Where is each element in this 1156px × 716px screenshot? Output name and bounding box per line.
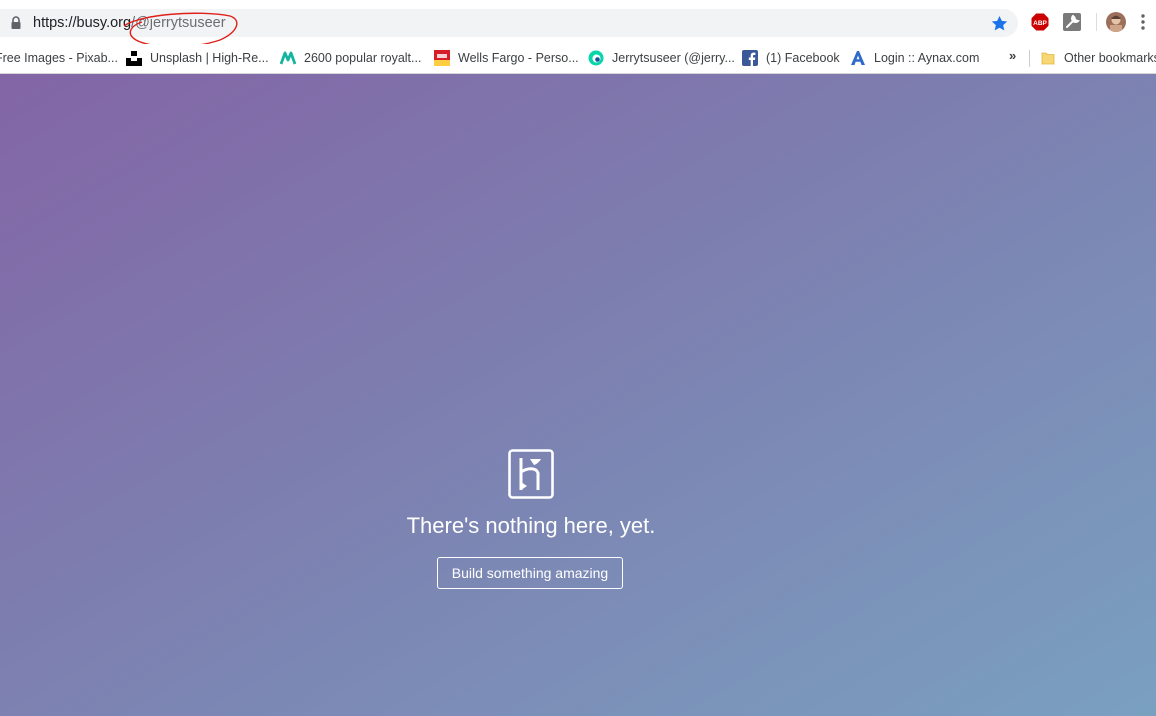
steem-icon bbox=[588, 50, 604, 66]
folder-icon bbox=[1041, 52, 1055, 65]
toolbar-divider bbox=[1096, 13, 1097, 31]
bookmark-facebook[interactable]: (1) Facebook bbox=[742, 48, 840, 68]
other-bookmarks-folder[interactable]: Other bookmarks bbox=[1040, 48, 1156, 68]
bookmarks-bar: Free Images - Pixab... Unsplash | High-R… bbox=[0, 44, 1156, 74]
page-headline: There's nothing here, yet. bbox=[406, 513, 656, 538]
adblock-plus-icon[interactable]: ABP bbox=[1030, 12, 1050, 32]
bookmark-pixabay[interactable]: Free Images - Pixab... bbox=[0, 48, 118, 68]
wells-fargo-icon bbox=[434, 50, 450, 66]
abp-label: ABP bbox=[1033, 20, 1047, 27]
red-annotation-ellipse bbox=[123, 12, 238, 48]
bookmark-royalty-free[interactable]: 2600 popular royalt... bbox=[280, 48, 421, 68]
wrench-extension-icon[interactable] bbox=[1062, 12, 1082, 32]
m-logo-icon bbox=[280, 51, 296, 65]
bookmark-label: Unsplash | High-Re... bbox=[150, 51, 269, 65]
bookmark-aynax[interactable]: Login :: Aynax.com bbox=[850, 48, 979, 68]
bookmark-wells-fargo[interactable]: Wells Fargo - Perso... bbox=[434, 48, 579, 68]
bookmark-label: Login :: Aynax.com bbox=[874, 51, 980, 65]
facebook-icon bbox=[742, 50, 758, 66]
address-bar[interactable]: https://busy.org/@jerrytsuseer bbox=[0, 9, 1018, 48]
bookmarks-divider bbox=[1029, 50, 1030, 67]
unsplash-icon bbox=[126, 51, 142, 66]
aynax-icon bbox=[851, 51, 865, 65]
bookmark-label: 2600 popular royalt... bbox=[304, 51, 422, 65]
bookmark-label: Jerrytsuseer (@jerry... bbox=[612, 51, 735, 65]
page-canvas: There's nothing here, yet. Build somethi… bbox=[0, 74, 1156, 716]
heroku-logo-icon bbox=[508, 449, 554, 499]
bookmark-label: Other bookmarks bbox=[1064, 51, 1156, 65]
browser-menu-icon[interactable] bbox=[1140, 13, 1146, 31]
profile-avatar-icon[interactable] bbox=[1106, 12, 1126, 32]
bookmark-star-icon[interactable] bbox=[990, 14, 1009, 33]
bookmark-label: Free Images - Pixab... bbox=[0, 51, 118, 65]
bookmark-unsplash[interactable]: Unsplash | High-Re... bbox=[126, 48, 269, 68]
build-something-button[interactable]: Build something amazing bbox=[437, 557, 623, 589]
bookmark-steemit[interactable]: Jerrytsuseer (@jerry... bbox=[588, 48, 735, 68]
bookmark-label: Wells Fargo - Perso... bbox=[458, 51, 579, 65]
bookmarks-overflow-chevron-icon[interactable]: » bbox=[1009, 48, 1016, 63]
url-host: https://busy.org bbox=[33, 15, 132, 31]
bookmark-label: (1) Facebook bbox=[766, 51, 840, 65]
lock-icon[interactable] bbox=[10, 16, 22, 30]
browser-toolbar: https://busy.org/@jerrytsuseer ABP bbox=[0, 0, 1156, 48]
